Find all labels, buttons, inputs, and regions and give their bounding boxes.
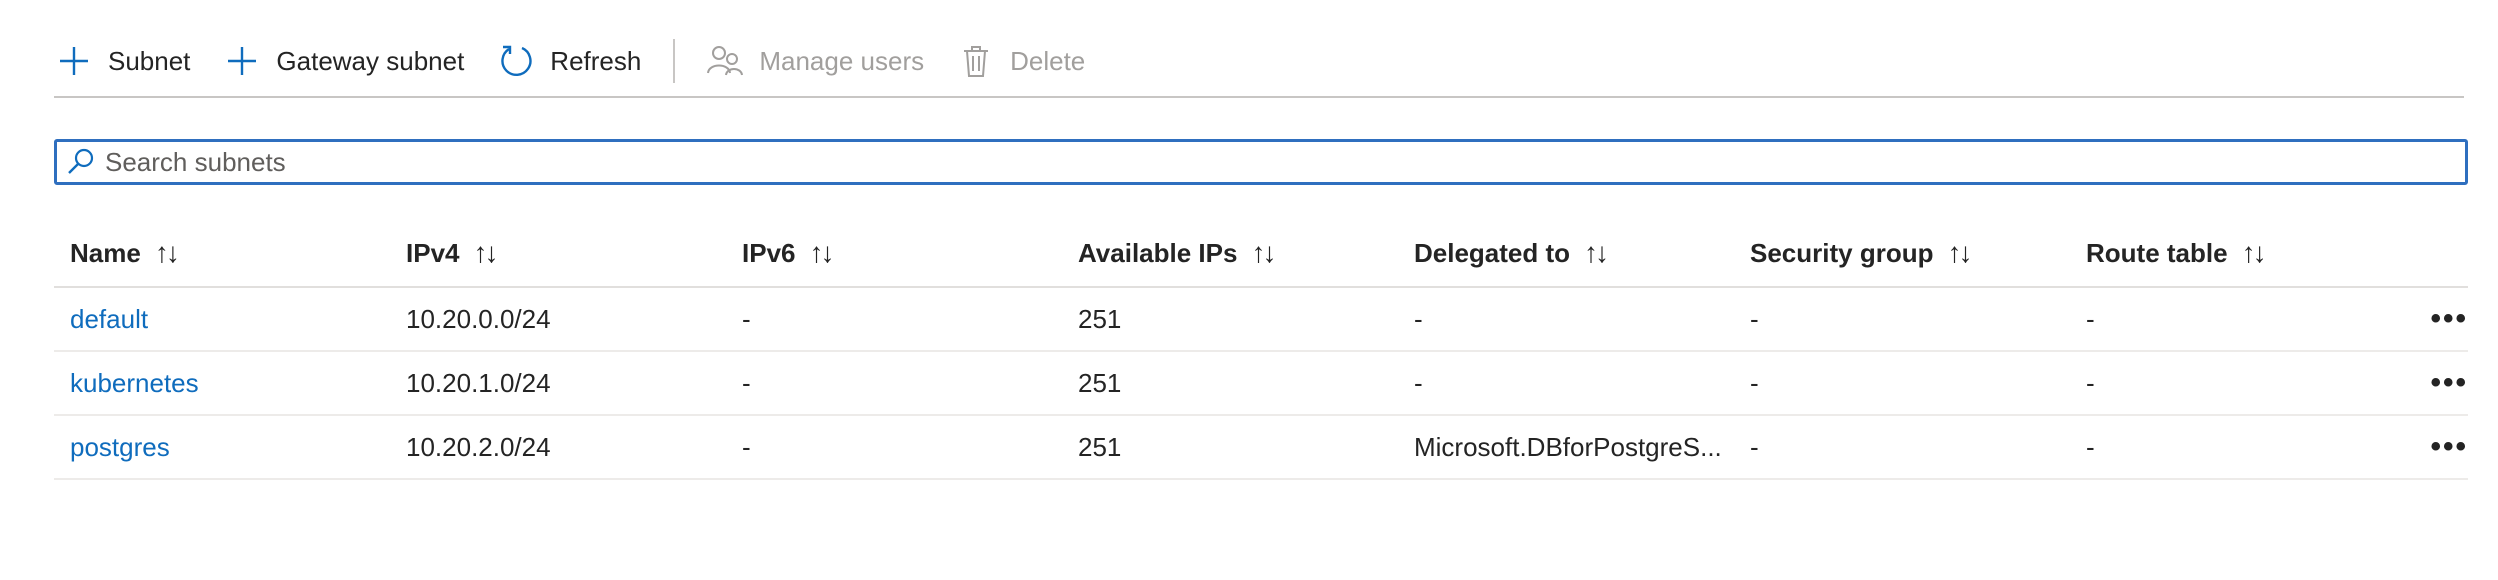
available-ips-cell: 251 [1078, 303, 1122, 334]
route-table-cell: - [2086, 367, 2095, 398]
ipv4-cell: 10.20.0.0/24 [406, 303, 551, 334]
ipv6-cell: - [742, 367, 751, 398]
table-row[interactable]: postgres 10.20.2.0/24 - 251 Microsoft.DB… [54, 416, 2468, 480]
add-gateway-subnet-label: Gateway subnet [276, 45, 465, 76]
column-header-route-table[interactable]: Route table ↑↓ [2070, 237, 2406, 269]
ipv4-cell: 10.20.2.0/24 [406, 431, 551, 462]
column-header-security-group[interactable]: Security group ↑↓ [1734, 237, 2070, 269]
delete-button[interactable]: Delete [956, 30, 1085, 92]
sort-icon[interactable]: ↑↓ [810, 237, 835, 269]
ipv6-cell: - [742, 431, 751, 462]
table-row[interactable]: kubernetes 10.20.1.0/24 - 251 - - - ••• [54, 352, 2468, 416]
trash-icon [956, 41, 996, 81]
delegated-to-cell: - [1414, 367, 1423, 398]
subnets-table: Name ↑↓ IPv4 ↑↓ IPv6 ↑↓ Available IPs ↑↓ Del… [54, 220, 2468, 480]
add-gateway-subnet-button[interactable]: Gateway subnet [222, 30, 464, 92]
subnet-name-link[interactable]: postgres [54, 432, 390, 463]
subnet-name-link[interactable]: kubernetes [54, 368, 390, 399]
people-icon [705, 41, 745, 81]
column-header-delegated-to[interactable]: Delegated to ↑↓ [1398, 237, 1734, 269]
refresh-label: Refresh [550, 45, 642, 76]
delegated-to-cell: - [1414, 303, 1423, 334]
more-actions-icon[interactable]: ••• [2406, 302, 2468, 336]
security-group-cell: - [1750, 431, 1759, 462]
toolbar-divider [54, 96, 2464, 98]
delegated-to-cell: Microsoft.DBforPostgreS... [1414, 431, 1722, 462]
security-group-cell: - [1750, 303, 1759, 334]
available-ips-cell: 251 [1078, 367, 1122, 398]
delete-label: Delete [1010, 45, 1086, 76]
toolbar-separator [673, 39, 676, 83]
add-subnet-label: Subnet [108, 45, 191, 76]
search-input[interactable] [101, 142, 2465, 182]
ipv4-cell: 10.20.1.0/24 [406, 367, 551, 398]
sort-icon[interactable]: ↑↓ [474, 237, 499, 269]
sort-icon[interactable]: ↑↓ [155, 237, 180, 269]
column-header-available-ips[interactable]: Available IPs ↑↓ [1062, 237, 1398, 269]
more-actions-icon[interactable]: ••• [2406, 366, 2468, 400]
plus-icon [222, 41, 262, 81]
table-header: Name ↑↓ IPv4 ↑↓ IPv6 ↑↓ Available IPs ↑↓ Del… [54, 220, 2468, 288]
sort-icon[interactable]: ↑↓ [1947, 237, 1972, 269]
plus-icon [54, 41, 94, 81]
table-row[interactable]: default 10.20.0.0/24 - 251 - - - ••• [54, 288, 2468, 352]
sort-icon[interactable]: ↑↓ [1584, 237, 1609, 269]
column-header-ipv4[interactable]: IPv4 ↑↓ [390, 237, 726, 269]
sort-icon[interactable]: ↑↓ [2242, 237, 2267, 269]
subnet-name-link[interactable]: default [54, 304, 390, 335]
refresh-icon [496, 41, 536, 81]
search-box[interactable] [54, 139, 2468, 185]
column-header-name[interactable]: Name ↑↓ [54, 237, 390, 269]
manage-users-label: Manage users [759, 45, 925, 76]
security-group-cell: - [1750, 367, 1759, 398]
manage-users-button[interactable]: Manage users [705, 30, 924, 92]
more-actions-icon[interactable]: ••• [2406, 430, 2468, 464]
available-ips-cell: 251 [1078, 431, 1122, 462]
add-subnet-button[interactable]: Subnet [54, 30, 190, 92]
route-table-cell: - [2086, 431, 2095, 462]
sort-icon[interactable]: ↑↓ [1251, 237, 1276, 269]
ipv6-cell: - [742, 303, 751, 334]
column-header-ipv6[interactable]: IPv6 ↑↓ [726, 237, 1062, 269]
command-bar: Subnet Gateway subnet Refresh Manage use… [54, 30, 2474, 92]
search-icon [61, 142, 101, 182]
route-table-cell: - [2086, 303, 2095, 334]
refresh-button[interactable]: Refresh [496, 30, 641, 92]
